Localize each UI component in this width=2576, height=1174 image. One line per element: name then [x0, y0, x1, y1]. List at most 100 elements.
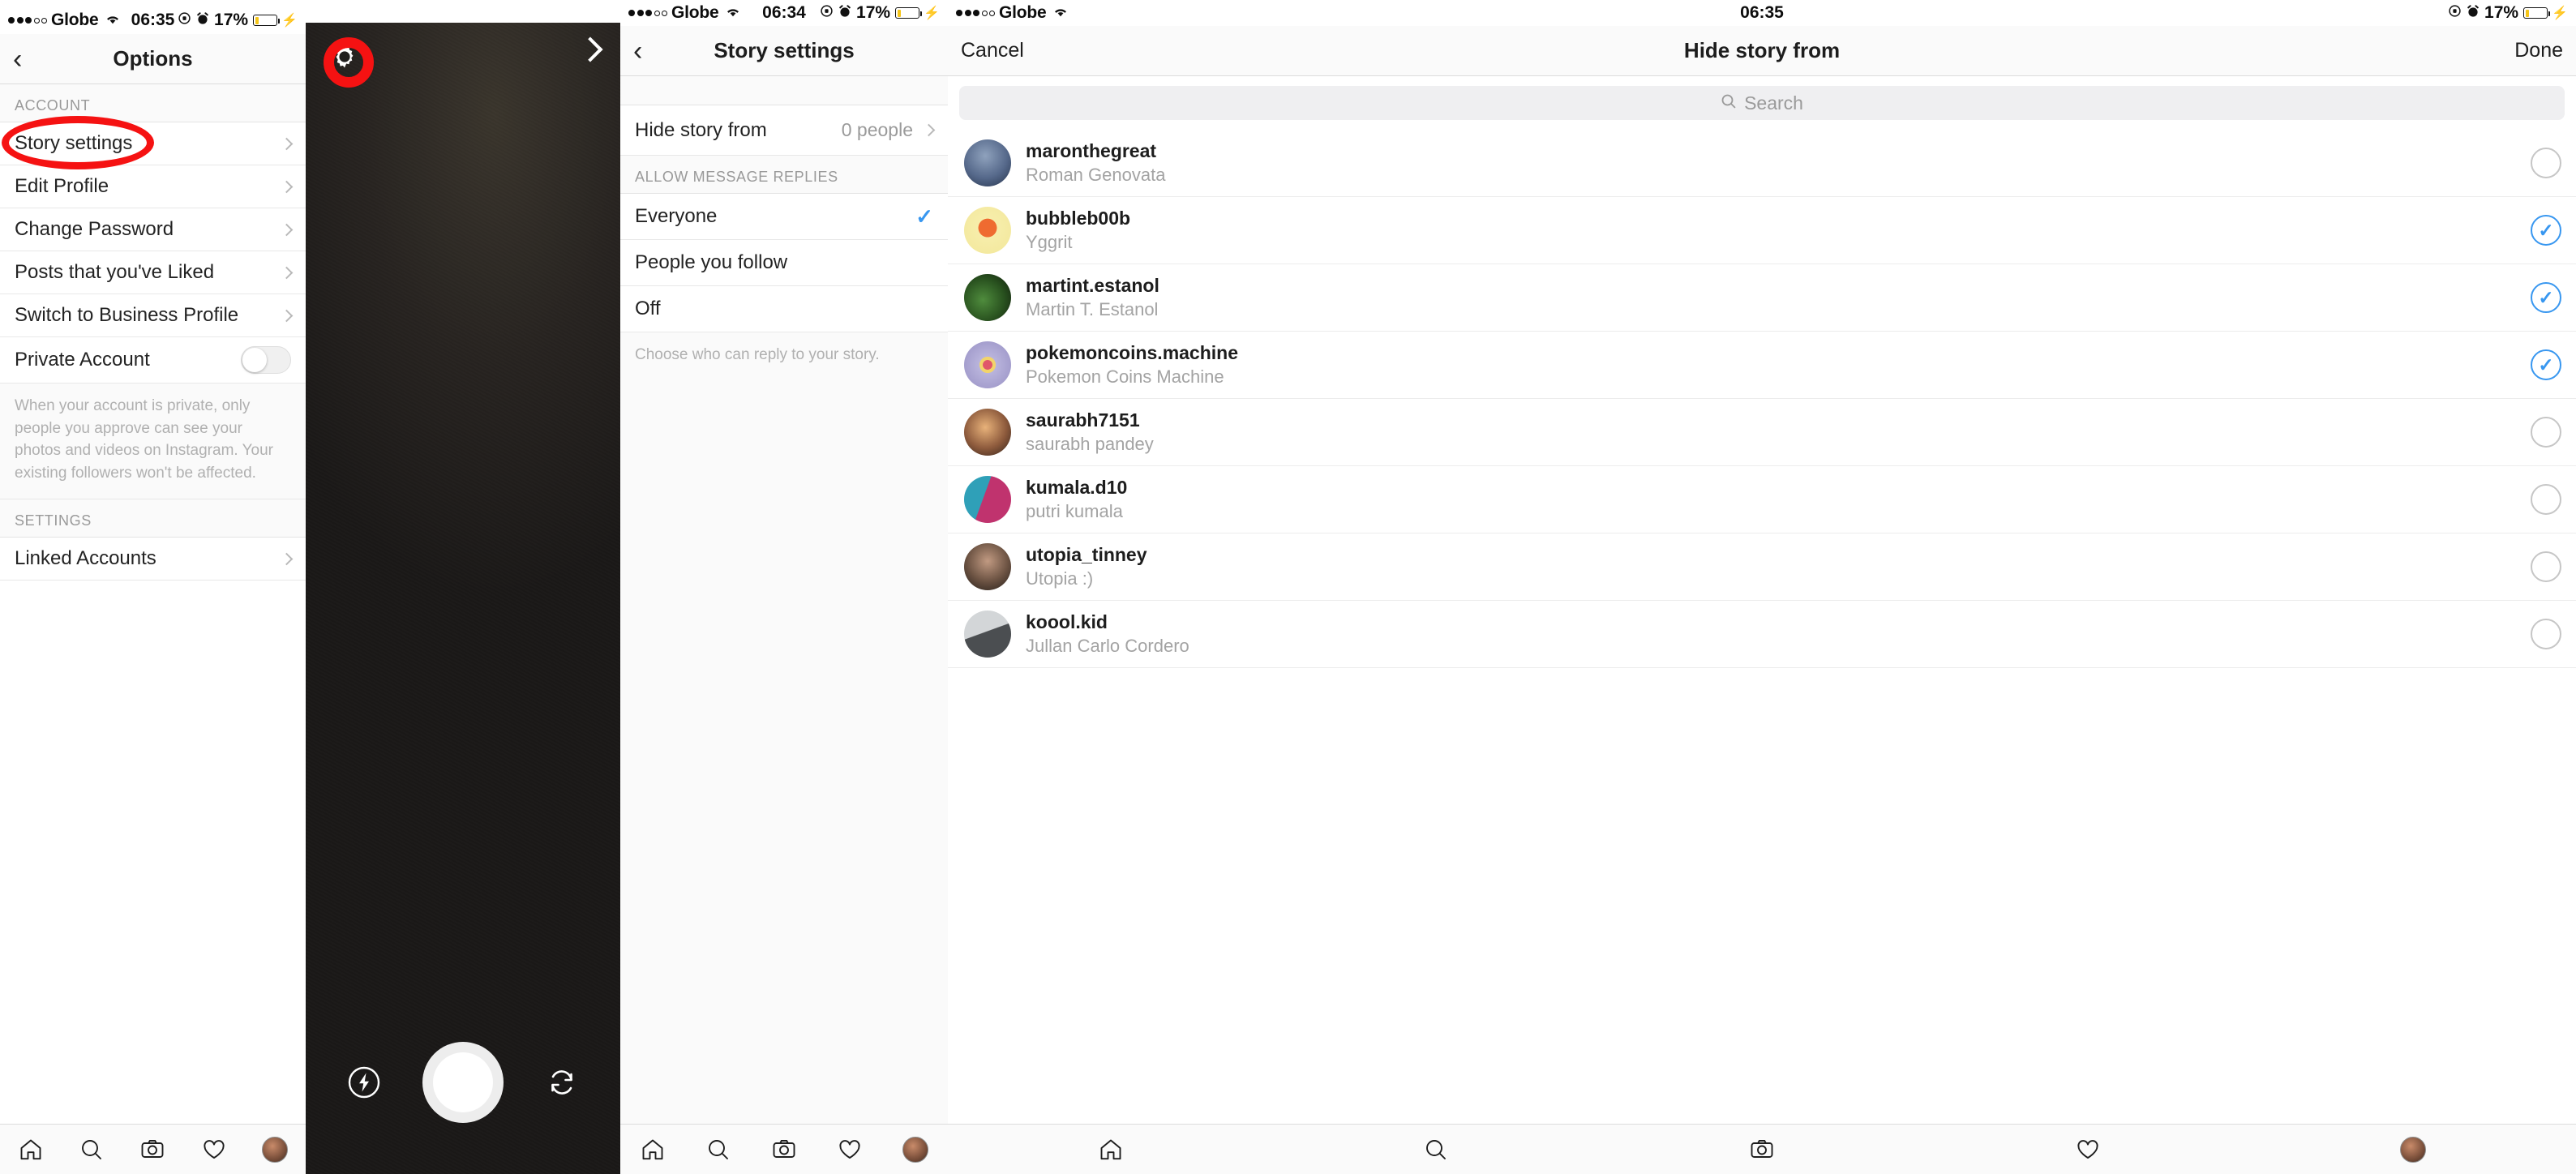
battery-percent: 17%: [856, 3, 891, 22]
back-chevron-icon[interactable]: ‹: [13, 45, 22, 73]
select-toggle[interactable]: [2531, 551, 2561, 582]
sidebar-item-linked-accounts[interactable]: Linked Accounts: [0, 538, 306, 581]
username: pokemoncoins.machine: [1026, 342, 1239, 363]
avatar: [964, 274, 1011, 321]
sidebar-item-posts-liked[interactable]: Posts that you've Liked: [0, 251, 306, 294]
status-right: 17% ⚡: [178, 11, 298, 30]
camera-viewfinder[interactable]: [306, 23, 620, 1174]
search-input[interactable]: Search: [959, 86, 2565, 120]
camera-icon[interactable]: [766, 1133, 802, 1166]
status-right: 17% ⚡: [820, 3, 940, 23]
list-item[interactable]: martint.estanol Martin T. Estanol: [948, 264, 2576, 332]
sidebar-item-edit-profile[interactable]: Edit Profile: [0, 165, 306, 208]
list-item[interactable]: saurabh7151 saurabh pandey: [948, 399, 2576, 466]
camera-icon[interactable]: [135, 1133, 170, 1166]
rotation-lock-icon: [178, 11, 191, 30]
list-item[interactable]: utopia_tinney Utopia :): [948, 533, 2576, 601]
chevron-right-icon: [280, 266, 294, 279]
row-label: Story settings: [15, 132, 133, 154]
battery-icon: [2523, 7, 2551, 19]
cancel-button[interactable]: Cancel: [961, 39, 1024, 62]
page-title: Hide story from: [1683, 38, 1841, 62]
full-name: saurabh pandey: [1026, 434, 1154, 454]
full-name: Pokemon Coins Machine: [1026, 366, 1224, 387]
user-info: pokemoncoins.machine Pokemon Coins Machi…: [1026, 342, 1238, 388]
story-settings-scroll-area[interactable]: Hide story from 0 people ALLOW MESSAGE R…: [620, 76, 948, 1124]
reply-note: Choose who can reply to your story.: [620, 332, 948, 381]
reply-option-off[interactable]: Off: [620, 286, 948, 332]
row-label: Switch to Business Profile: [15, 304, 239, 326]
select-toggle[interactable]: [2531, 282, 2561, 313]
select-toggle[interactable]: [2531, 417, 2561, 448]
username: maronthegreat: [1026, 140, 1157, 161]
back-chevron-icon[interactable]: ‹: [633, 37, 642, 65]
camera-top-bar: [306, 23, 620, 91]
done-button[interactable]: Done: [2514, 39, 2563, 62]
wifi-icon: [725, 3, 741, 23]
gear-icon[interactable]: [327, 39, 362, 75]
profile-avatar[interactable]: [898, 1133, 933, 1166]
shutter-button[interactable]: [422, 1042, 504, 1123]
home-icon[interactable]: [13, 1133, 49, 1166]
reply-option-people-you-follow[interactable]: People you follow: [620, 240, 948, 286]
list-item[interactable]: bubbleb00b Yggrit: [948, 197, 2576, 264]
search-icon: [1721, 92, 1737, 114]
heart-icon[interactable]: [2070, 1133, 2106, 1166]
heart-icon[interactable]: [196, 1133, 232, 1166]
private-account-toggle[interactable]: [241, 346, 291, 374]
hide-story-from-row[interactable]: Hide story from 0 people: [620, 105, 948, 156]
username: bubbleb00b: [1026, 208, 1131, 229]
flash-icon[interactable]: [345, 1063, 384, 1102]
camera-icon[interactable]: [1744, 1133, 1780, 1166]
options-scroll-area[interactable]: ACCOUNT Story settings Edit Profile Chan…: [0, 84, 306, 1124]
battery-icon: [895, 7, 923, 19]
sidebar-item-switch-business[interactable]: Switch to Business Profile: [0, 294, 306, 337]
row-label: Everyone: [635, 205, 718, 227]
hide-story-scroll-area[interactable]: Search maronthegreat Roman Genovata bubb…: [948, 76, 2576, 1124]
row-label: Hide story from: [635, 118, 767, 141]
top-spacer: [620, 76, 948, 105]
profile-avatar[interactable]: [257, 1133, 293, 1166]
avatar: [964, 611, 1011, 658]
chevron-right-icon: [280, 552, 294, 565]
home-icon[interactable]: [635, 1133, 671, 1166]
home-icon[interactable]: [1093, 1133, 1129, 1166]
tabbar-hide-story: [948, 1124, 2576, 1174]
status-right: 17% ⚡: [2448, 3, 2568, 23]
full-name: Jullan Carlo Cordero: [1026, 636, 1189, 656]
profile-avatar[interactable]: [2395, 1133, 2431, 1166]
sidebar-item-story-settings[interactable]: Story settings: [0, 122, 306, 165]
list-item[interactable]: kumala.d10 putri kumala: [948, 466, 2576, 533]
panel-options: Globe 06:35 17% ⚡ ‹ Options ACCOUNT Stor…: [0, 0, 306, 1174]
chevron-right-icon: [280, 309, 294, 322]
hide-story-count: 0 people: [841, 119, 913, 140]
next-chevron-icon[interactable]: [577, 36, 603, 62]
list-item[interactable]: koool.kid Jullan Carlo Cordero: [948, 601, 2576, 668]
list-item[interactable]: pokemoncoins.machine Pokemon Coins Machi…: [948, 332, 2576, 399]
search-icon[interactable]: [1418, 1133, 1454, 1166]
signal-dots-icon: [628, 10, 667, 16]
select-toggle[interactable]: [2531, 349, 2561, 380]
private-account-row[interactable]: Private Account: [0, 337, 306, 383]
list-item[interactable]: maronthegreat Roman Genovata: [948, 130, 2576, 197]
search-icon[interactable]: [701, 1133, 736, 1166]
panel-story-settings: Globe 06:34 17% ⚡ ‹ Story settings Hide …: [620, 0, 948, 1174]
battery-icon: [253, 15, 281, 26]
alarm-icon: [838, 3, 851, 23]
select-toggle[interactable]: [2531, 619, 2561, 649]
heart-icon[interactable]: [832, 1133, 868, 1166]
flip-camera-icon[interactable]: [542, 1063, 581, 1102]
full-name: Roman Genovata: [1026, 165, 1166, 185]
select-toggle[interactable]: [2531, 484, 2561, 515]
reply-option-everyone[interactable]: Everyone ✓: [620, 194, 948, 240]
rotation-lock-icon: [820, 3, 834, 23]
sidebar-item-change-password[interactable]: Change Password: [0, 208, 306, 251]
user-info: saurabh7151 saurabh pandey: [1026, 409, 1154, 455]
select-toggle[interactable]: [2531, 215, 2561, 246]
full-name: Yggrit: [1026, 232, 1073, 252]
select-toggle[interactable]: [2531, 148, 2561, 178]
search-icon[interactable]: [74, 1133, 109, 1166]
navbar-hide-story: Cancel Hide story from Done: [948, 26, 2576, 76]
user-info: martint.estanol Martin T. Estanol: [1026, 275, 1159, 320]
status-bar-options: Globe 06:35 17% ⚡: [0, 0, 306, 34]
